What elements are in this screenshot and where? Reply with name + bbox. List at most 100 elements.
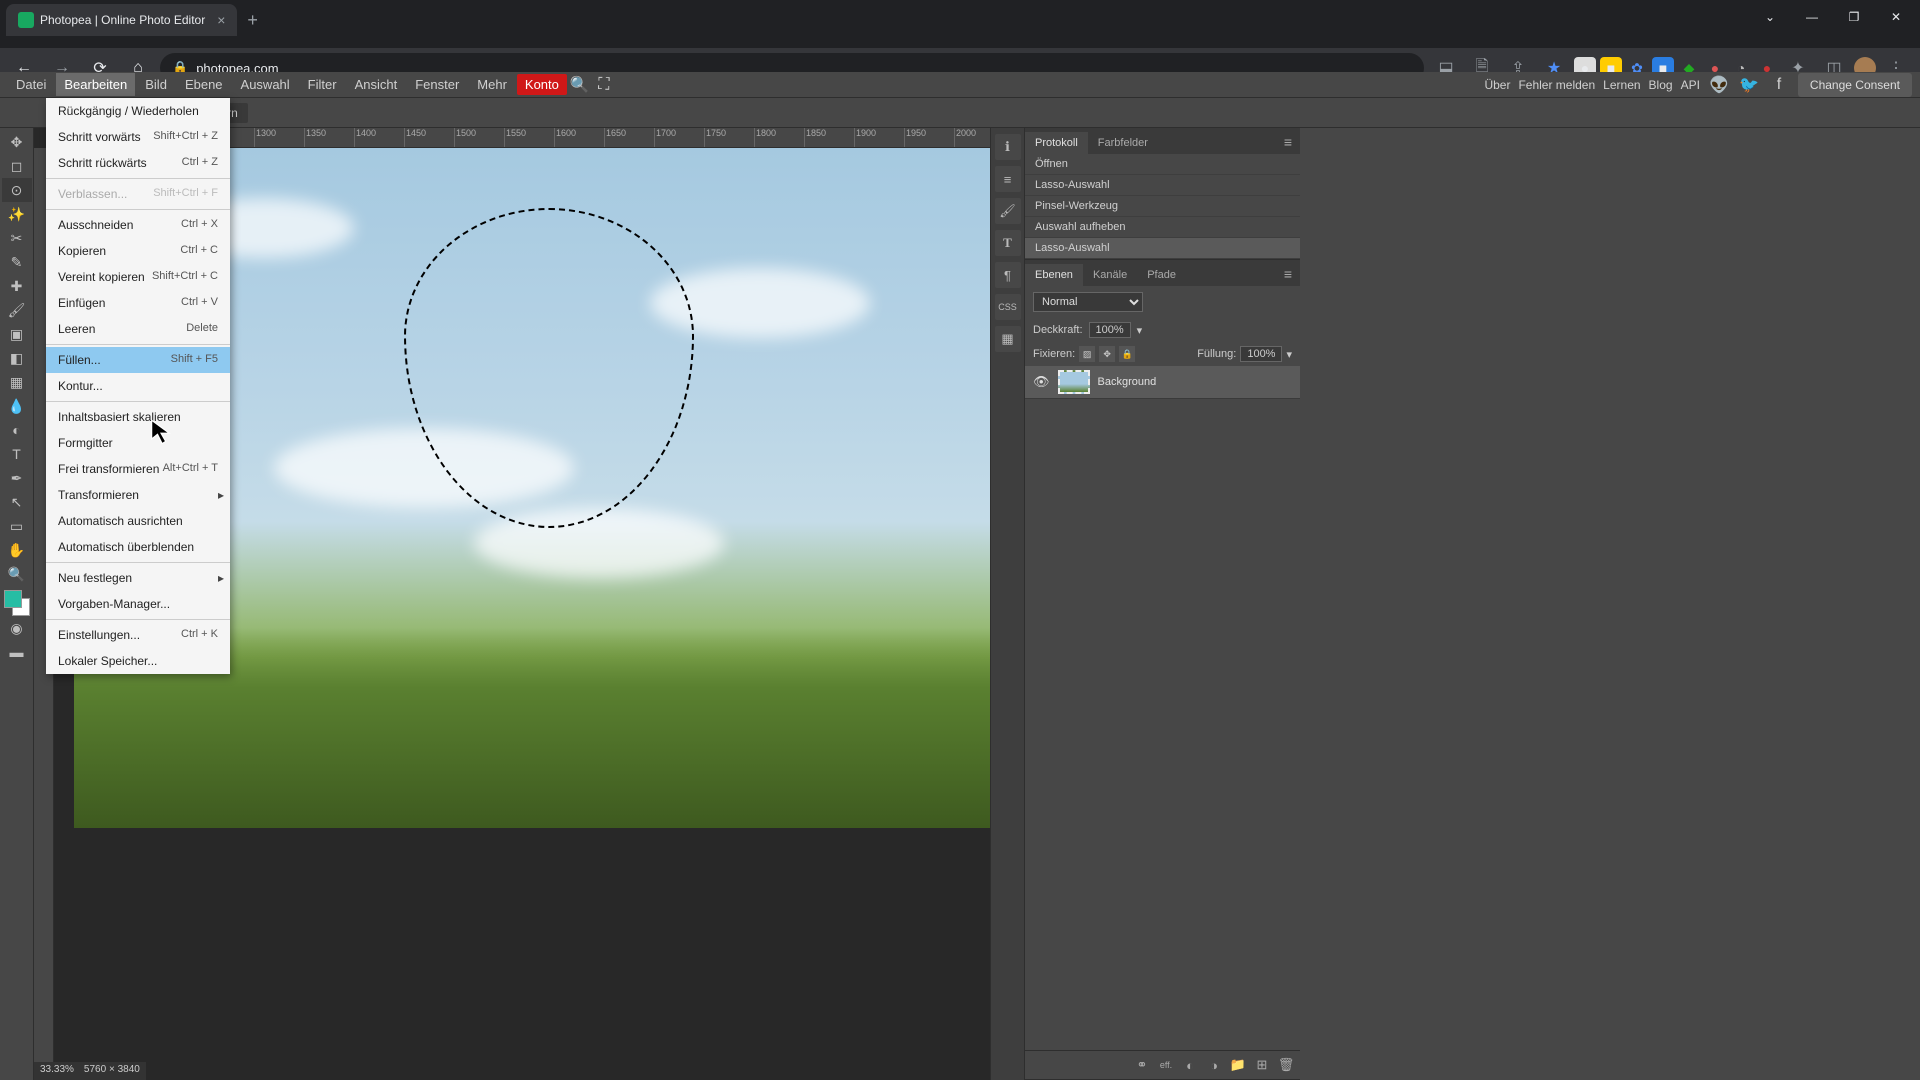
new-tab-button[interactable]: + — [237, 6, 268, 35]
menu-item[interactable]: Transformieren — [46, 482, 230, 508]
info-panel-icon[interactable]: ℹ — [995, 134, 1021, 160]
chevron-down-icon[interactable]: ⌄ — [1750, 2, 1790, 32]
panel-menu-icon[interactable]: ≡ — [1276, 262, 1300, 286]
tab-swatches[interactable]: Farbfelder — [1088, 132, 1158, 154]
blur-tool[interactable]: 💧 — [2, 394, 32, 418]
menu-item[interactable]: Schritt vorwärtsShift+Ctrl + Z — [46, 124, 230, 150]
history-item[interactable]: Lasso-Auswahl — [1025, 175, 1300, 196]
search-icon[interactable]: 🔍 — [569, 74, 591, 96]
layer-fx-icon[interactable]: eff. — [1158, 1057, 1174, 1073]
dropdown-icon[interactable]: ▾ — [1286, 348, 1292, 361]
type-tool[interactable]: T — [2, 442, 32, 466]
hand-tool[interactable]: ✋ — [2, 538, 32, 562]
shape-tool[interactable]: ▭ — [2, 514, 32, 538]
window-maximize-button[interactable]: ❐ — [1834, 2, 1874, 32]
menu-item[interactable]: AusschneidenCtrl + X — [46, 212, 230, 238]
menu-bearbeiten[interactable]: Bearbeiten — [56, 73, 135, 96]
brush-tool[interactable]: 🖌 — [2, 298, 32, 322]
menu-item[interactable]: Rückgängig / Wiederholen — [46, 98, 230, 124]
fullscreen-icon[interactable]: ⛶ — [593, 74, 615, 96]
eyedropper-tool[interactable]: ✎ — [2, 250, 32, 274]
layer-item[interactable]: 👁 Background — [1025, 366, 1300, 399]
menu-filter[interactable]: Filter — [300, 73, 345, 96]
lasso-tool[interactable]: ⊙ — [2, 178, 32, 202]
fill-value[interactable]: 100% — [1240, 346, 1282, 362]
menu-datei[interactable]: Datei — [8, 73, 54, 96]
trash-icon[interactable]: 🗑 — [1278, 1057, 1294, 1073]
menu-auswahl[interactable]: Auswahl — [233, 73, 298, 96]
folder-icon[interactable]: 📁 — [1230, 1057, 1246, 1073]
menu-item[interactable]: EinfügenCtrl + V — [46, 290, 230, 316]
color-swatches[interactable] — [4, 590, 30, 616]
zoom-tool[interactable]: 🔍 — [2, 562, 32, 586]
align-panel-icon[interactable]: ≡ — [995, 166, 1021, 192]
menu-ansicht[interactable]: Ansicht — [347, 73, 406, 96]
change-consent-button[interactable]: Change Consent — [1798, 73, 1912, 97]
menu-item[interactable]: Füllen...Shift + F5 — [46, 347, 230, 373]
tab-close-icon[interactable]: × — [217, 12, 225, 28]
foreground-color[interactable] — [4, 590, 22, 608]
pen-tool[interactable]: ✒ — [2, 466, 32, 490]
menu-ebene[interactable]: Ebene — [177, 73, 231, 96]
css-panel-icon[interactable]: CSS — [995, 294, 1021, 320]
move-tool[interactable]: ✥ — [2, 130, 32, 154]
menu-item[interactable]: LeerenDelete — [46, 316, 230, 342]
eraser-tool[interactable]: ◧ — [2, 346, 32, 370]
menu-item[interactable]: Neu festlegen — [46, 565, 230, 591]
tab-channels[interactable]: Kanäle — [1083, 264, 1137, 286]
link-about[interactable]: Über — [1484, 78, 1510, 92]
history-item[interactable]: Lasso-Auswahl — [1025, 238, 1300, 259]
lock-all-icon[interactable]: 🔒 — [1119, 346, 1135, 362]
menu-item[interactable]: KopierenCtrl + C — [46, 238, 230, 264]
twitter-icon[interactable]: 🐦 — [1738, 74, 1760, 96]
crop-tool[interactable]: ✂ — [2, 226, 32, 250]
gradient-tool[interactable]: ▦ — [2, 370, 32, 394]
window-minimize-button[interactable]: — — [1792, 2, 1832, 32]
dropdown-icon[interactable]: ▾ — [1137, 324, 1143, 337]
menu-item[interactable]: Vorgaben-Manager... — [46, 591, 230, 617]
tab-layers[interactable]: Ebenen — [1025, 264, 1083, 286]
adjustment-layer-icon[interactable]: ◑ — [1206, 1057, 1222, 1073]
facebook-icon[interactable]: f — [1768, 74, 1790, 96]
path-tool[interactable]: ↖ — [2, 490, 32, 514]
menu-fenster[interactable]: Fenster — [407, 73, 467, 96]
thumbnails-panel-icon[interactable]: ▦ — [995, 326, 1021, 352]
browser-tab[interactable]: Photopea | Online Photo Editor × — [6, 4, 237, 36]
menu-item[interactable]: Kontur... — [46, 373, 230, 399]
link-learn[interactable]: Lernen — [1603, 78, 1640, 92]
new-layer-icon[interactable]: ⊞ — [1254, 1057, 1270, 1073]
wand-tool[interactable]: ✨ — [2, 202, 32, 226]
quickmask-tool[interactable]: ◉ — [2, 616, 32, 640]
window-close-button[interactable]: ✕ — [1876, 2, 1916, 32]
paragraph-panel-icon[interactable]: ¶ — [995, 262, 1021, 288]
menu-item[interactable]: Inhaltsbasiert skalieren — [46, 404, 230, 430]
brush-panel-icon[interactable]: 🖌 — [995, 198, 1021, 224]
menu-item[interactable]: Vereint kopierenShift+Ctrl + C — [46, 264, 230, 290]
heal-tool[interactable]: ✚ — [2, 274, 32, 298]
stamp-tool[interactable]: ▣ — [2, 322, 32, 346]
menu-bild[interactable]: Bild — [137, 73, 175, 96]
history-item[interactable]: Auswahl aufheben — [1025, 217, 1300, 238]
link-layers-icon[interactable]: ⚭ — [1134, 1057, 1150, 1073]
link-blog[interactable]: Blog — [1649, 78, 1673, 92]
dodge-tool[interactable]: ◐ — [2, 418, 32, 442]
layer-mask-icon[interactable]: ◐ — [1182, 1057, 1198, 1073]
tab-paths[interactable]: Pfade — [1137, 264, 1186, 286]
lock-pixels-icon[interactable]: ▨ — [1079, 346, 1095, 362]
menu-mehr[interactable]: Mehr — [469, 73, 515, 96]
lock-position-icon[interactable]: ✥ — [1099, 346, 1115, 362]
menu-item[interactable]: Automatisch ausrichten — [46, 508, 230, 534]
character-panel-icon[interactable]: T — [995, 230, 1021, 256]
menu-item[interactable]: Lokaler Speicher... — [46, 648, 230, 674]
marquee-tool[interactable]: ◻ — [2, 154, 32, 178]
menu-konto[interactable]: Konto — [517, 74, 567, 95]
visibility-icon[interactable]: 👁 — [1033, 374, 1050, 390]
menu-item[interactable]: Frei transformierenAlt+Ctrl + T — [46, 456, 230, 482]
reddit-icon[interactable]: 👽 — [1708, 74, 1730, 96]
blend-mode-select[interactable]: Normal — [1033, 292, 1143, 312]
screenmode-tool[interactable]: ▬ — [2, 640, 32, 664]
panel-menu-icon[interactable]: ≡ — [1276, 130, 1300, 154]
link-report[interactable]: Fehler melden — [1518, 78, 1595, 92]
menu-item[interactable]: Schritt rückwärtsCtrl + Z — [46, 150, 230, 176]
tab-history[interactable]: Protokoll — [1025, 132, 1088, 154]
